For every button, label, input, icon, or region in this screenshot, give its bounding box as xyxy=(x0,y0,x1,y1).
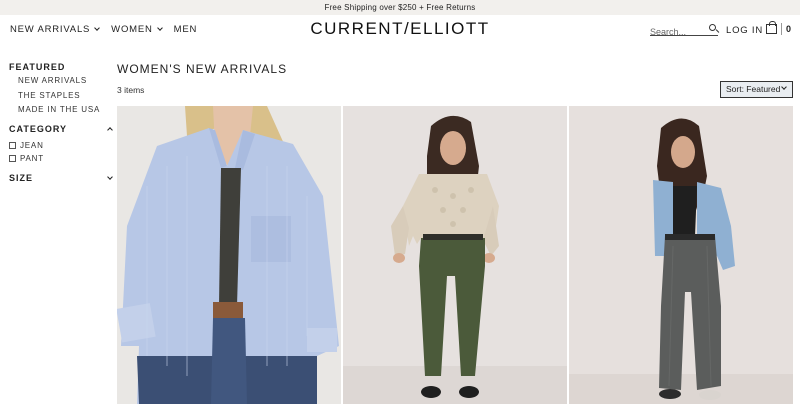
chevron-down-icon xyxy=(107,173,113,180)
site-header: NEW ARRIVALS WOMEN MEN CURRENT/ELLIOTT L… xyxy=(0,15,800,47)
product-card[interactable] xyxy=(117,106,341,404)
category-toggle[interactable]: CATEGORY xyxy=(9,122,114,136)
category-heading-label: CATEGORY xyxy=(9,123,68,134)
size-heading-label: SIZE xyxy=(9,172,34,183)
sidebar-link-new-arrivals[interactable]: NEW ARRIVALS xyxy=(9,74,114,89)
sidebar-link-made-in-usa[interactable]: MADE IN THE USA xyxy=(9,103,114,118)
promo-banner: Free Shipping over $250 + Free Returns xyxy=(0,0,800,15)
item-count: 3 items xyxy=(117,85,145,95)
sort-dropdown[interactable]: Sort: Featured xyxy=(720,81,793,98)
category-filter-jean[interactable]: JEAN xyxy=(9,139,114,152)
sidebar-link-the-staples[interactable]: THE STAPLES xyxy=(9,89,114,104)
product-card[interactable] xyxy=(343,106,567,404)
product-image-sweater[interactable] xyxy=(343,106,567,404)
chevron-up-icon xyxy=(107,126,113,133)
featured-heading-label: FEATURED xyxy=(9,62,66,72)
chevron-down-icon xyxy=(781,84,787,90)
product-grid xyxy=(117,106,793,404)
product-image-shirt[interactable] xyxy=(117,106,341,404)
bag-divider xyxy=(781,23,782,35)
featured-heading: FEATURED xyxy=(9,60,114,74)
category-filter-pant[interactable]: PANT xyxy=(9,152,114,165)
bag-count[interactable]: 0 xyxy=(786,24,791,34)
checkbox[interactable] xyxy=(9,141,16,149)
page-title: WOMEN'S NEW ARRIVALS xyxy=(117,62,288,76)
login-link[interactable]: LOG IN xyxy=(726,25,763,36)
product-image-denim[interactable] xyxy=(569,106,793,404)
shopping-bag-icon[interactable] xyxy=(766,21,777,34)
search-icon[interactable] xyxy=(709,24,716,31)
search-input[interactable] xyxy=(650,27,706,37)
product-card[interactable] xyxy=(569,106,793,404)
search-box[interactable] xyxy=(650,22,718,37)
category-option-label: JEAN xyxy=(20,140,44,150)
checkbox[interactable] xyxy=(9,154,16,162)
size-toggle[interactable]: SIZE xyxy=(9,171,114,185)
category-option-label: PANT xyxy=(20,153,44,163)
sort-label: Sort: Featured xyxy=(726,84,781,94)
promo-text: Free Shipping over $250 + Free Returns xyxy=(324,3,476,12)
filter-sidebar: FEATURED NEW ARRIVALS THE STAPLES MADE I… xyxy=(9,60,114,185)
